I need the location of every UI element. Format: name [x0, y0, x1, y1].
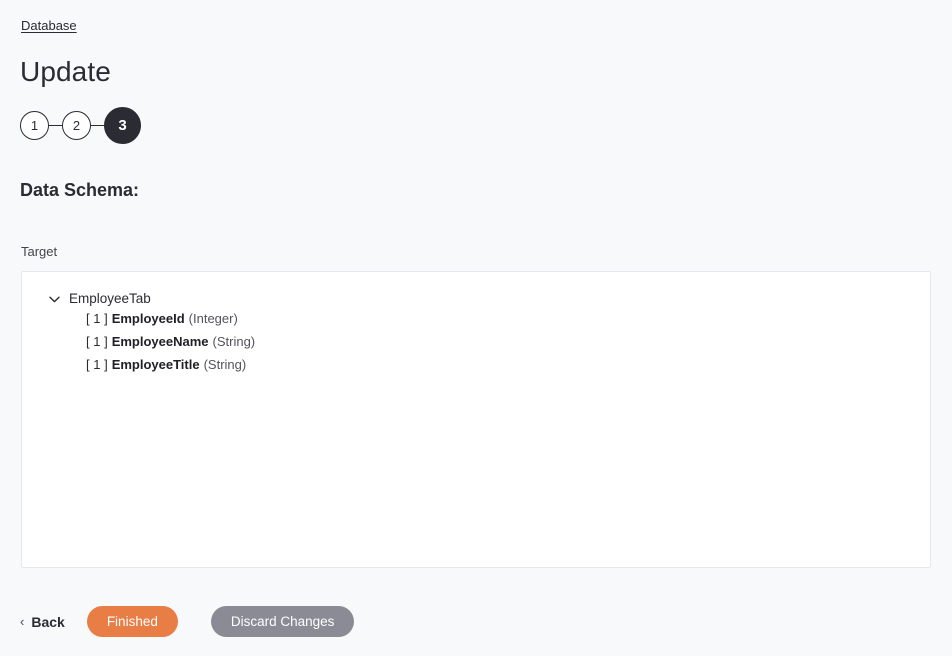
schema-field-row[interactable]: [ 1 ] EmployeeTitle (String) — [22, 356, 930, 379]
chevron-down-icon[interactable] — [48, 293, 60, 305]
schema-panel: EmployeeTab [ 1 ] EmployeeId (Integer) [… — [21, 271, 931, 568]
stepper-step-1[interactable]: 1 — [20, 110, 49, 140]
field-type: (String) — [203, 357, 247, 372]
field-occurrence: [ 1 ] — [86, 334, 108, 349]
field-type: (Integer) — [188, 311, 238, 326]
footer-actions: ‹ Back Finished Discard Changes — [20, 606, 355, 637]
field-occurrence: [ 1 ] — [86, 357, 108, 372]
finished-button[interactable]: Finished — [86, 606, 178, 637]
back-button[interactable]: ‹ Back — [20, 614, 65, 630]
field-name: EmployeeTitle — [111, 357, 200, 372]
stepper-connector-2 — [91, 124, 104, 126]
stepper: 1 2 3 — [20, 106, 141, 144]
page-title: Update — [20, 56, 111, 87]
data-schema-heading: Data Schema: — [20, 180, 140, 200]
chevron-left-icon: ‹ — [20, 614, 25, 629]
schema-tree: EmployeeTab [ 1 ] EmployeeId (Integer) [… — [22, 272, 930, 379]
field-name: EmployeeName — [111, 334, 209, 349]
tree-node-employeetab[interactable]: EmployeeTab — [22, 288, 930, 310]
discard-changes-button[interactable]: Discard Changes — [210, 606, 355, 637]
back-button-label: Back — [31, 613, 65, 630]
field-occurrence: [ 1 ] — [86, 311, 108, 326]
schema-field-row[interactable]: [ 1 ] EmployeeName (String) — [22, 333, 930, 356]
stepper-step-3[interactable]: 3 — [104, 106, 141, 144]
tree-node-label: EmployeeTab — [69, 291, 151, 306]
schema-field-row[interactable]: [ 1 ] EmployeeId (Integer) — [22, 310, 930, 333]
breadcrumb-database-link[interactable]: Database — [21, 17, 77, 34]
stepper-step-2[interactable]: 2 — [62, 110, 91, 140]
stepper-connector-1 — [49, 124, 62, 126]
field-name: EmployeeId — [111, 311, 185, 326]
field-type: (String) — [212, 334, 256, 349]
target-label: Target — [21, 244, 58, 259]
